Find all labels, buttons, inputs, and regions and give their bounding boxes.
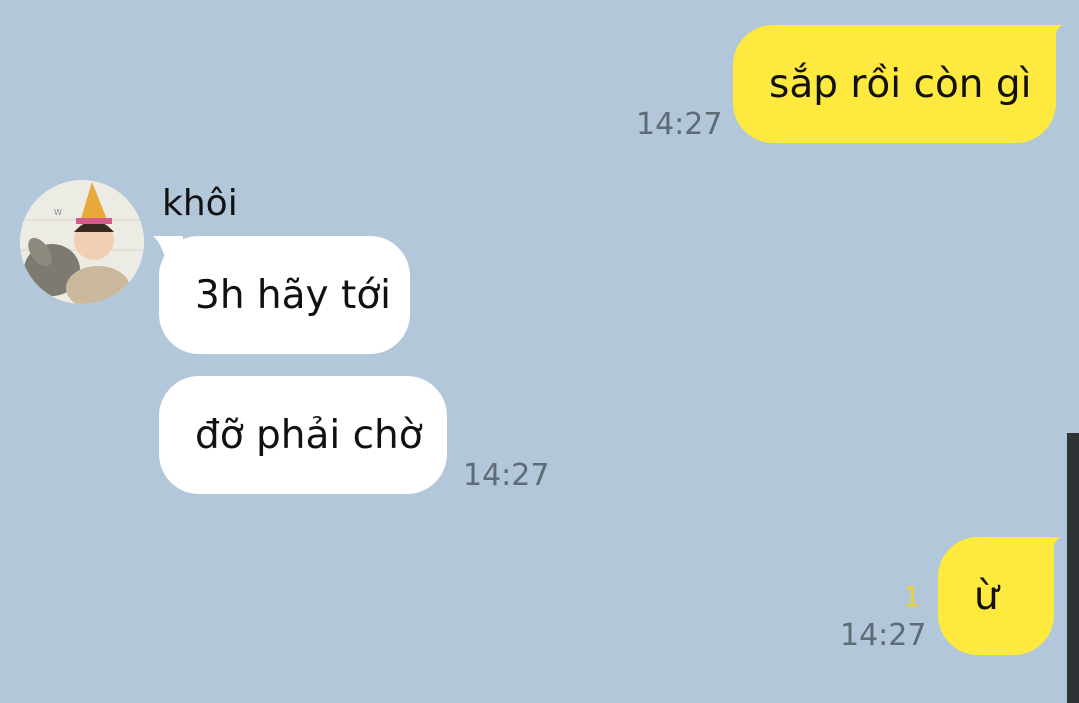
message-text: 3h hãy tới	[195, 272, 392, 318]
message-text: ừ	[974, 573, 999, 619]
scrollbar[interactable]	[1067, 433, 1079, 703]
bubble-tail-icon	[1032, 25, 1062, 53]
unread-count: 1	[903, 580, 921, 613]
message-text: sắp rồi còn gì	[769, 61, 1032, 107]
incoming-message-bubble[interactable]: 3h hãy tới	[153, 236, 410, 354]
avatar-photo-icon: W	[20, 180, 144, 304]
message-text: đỡ phải chờ	[195, 412, 423, 458]
outgoing-message-bubble[interactable]: sắp rồi còn gì	[733, 25, 1062, 143]
sender-name: khôi	[162, 183, 238, 224]
outgoing-message-bubble[interactable]: ừ	[938, 537, 1060, 655]
message-time: 14:27	[463, 458, 550, 493]
message-time: 14:27	[636, 107, 723, 142]
bubble-tail-icon	[153, 236, 183, 264]
incoming-message-bubble[interactable]: đỡ phải chờ	[159, 376, 447, 494]
contact-avatar[interactable]: W	[20, 180, 144, 304]
svg-text:W: W	[54, 208, 62, 217]
message-time: 14:27	[840, 618, 927, 653]
bubble-tail-icon	[1030, 537, 1060, 565]
chat-screen: { "chat": { "messages": [ { "sender": "m…	[0, 0, 1079, 703]
